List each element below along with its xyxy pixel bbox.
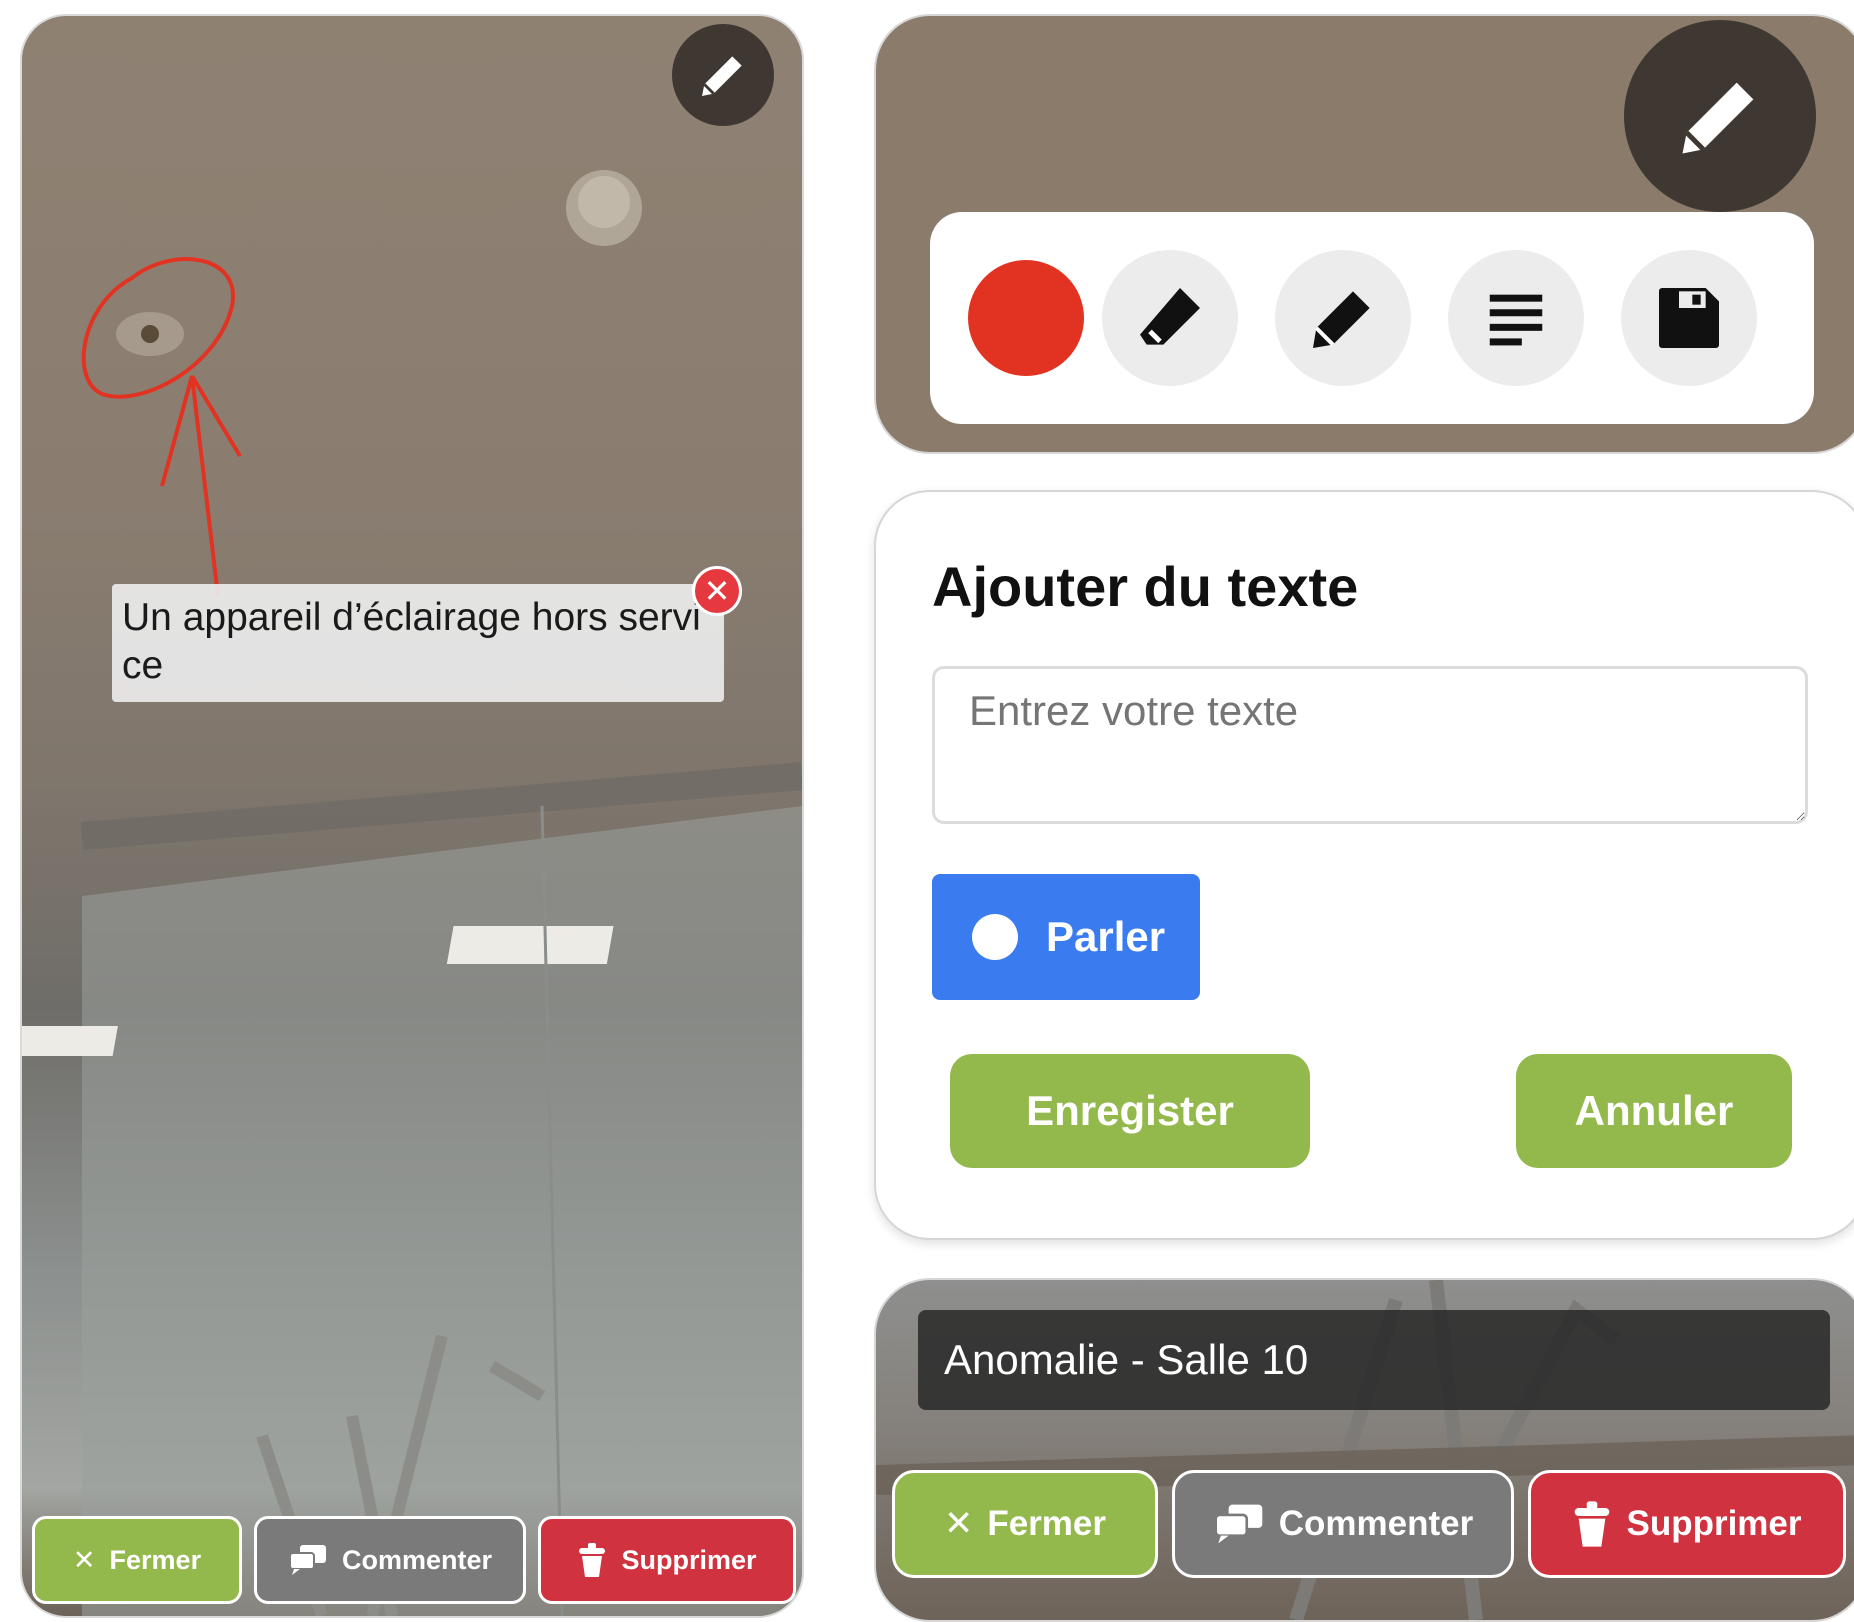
dialog-title: Ajouter du texte xyxy=(932,555,1359,618)
anomaly-title: Anomalie - Salle 10 xyxy=(918,1310,1830,1410)
delete-button[interactable]: Supprimer xyxy=(538,1516,796,1604)
save-tool[interactable] xyxy=(1621,250,1757,386)
close-icon: ✕ xyxy=(944,1504,974,1543)
text-lines-icon xyxy=(1489,294,1543,346)
drawing-toolbar-panel xyxy=(874,14,1854,454)
record-dot-icon xyxy=(972,914,1018,960)
annotation-close-button[interactable]: ✕ xyxy=(692,566,742,616)
comments-icon xyxy=(1214,1504,1263,1544)
close-icon: ✕ xyxy=(72,1544,96,1575)
text-tool[interactable] xyxy=(1448,250,1584,386)
glass-wall xyxy=(82,806,802,1616)
action-bar-large: ✕ Fermer Commenter Supprimer xyxy=(892,1470,1846,1578)
pencil-icon xyxy=(702,56,742,96)
delete-button-label: Supprimer xyxy=(1626,1504,1802,1543)
close-button[interactable]: ✕ Fermer xyxy=(892,1470,1158,1578)
save-button[interactable]: Enregister xyxy=(950,1054,1310,1168)
delete-button[interactable]: Supprimer xyxy=(1528,1470,1846,1578)
annotation-screen: Un appareil d’éclairage hors servi ce ✕ … xyxy=(20,14,804,1618)
eraser-tool[interactable] xyxy=(1102,250,1238,386)
edit-button[interactable] xyxy=(672,24,774,126)
delete-button-label: Supprimer xyxy=(621,1544,757,1575)
eraser-icon xyxy=(1140,288,1200,345)
ceiling-light-core xyxy=(141,325,159,343)
panel-light-2 xyxy=(22,1026,118,1056)
save-icon xyxy=(1659,288,1719,348)
text-annotation[interactable]: Un appareil d’éclairage hors servi ce xyxy=(112,584,724,702)
cancel-button[interactable]: Annuler xyxy=(1516,1054,1792,1168)
panel-light-1 xyxy=(446,926,614,964)
comment-button[interactable]: Commenter xyxy=(1172,1470,1514,1578)
action-bar: ✕ Fermer Commenter Supprimer xyxy=(32,1516,796,1604)
smoke-detector-inner xyxy=(578,176,630,228)
speak-button[interactable]: Parler xyxy=(932,874,1200,1000)
edit-button-large[interactable] xyxy=(1624,20,1816,212)
comment-button-label: Commenter xyxy=(341,1544,493,1575)
trash-icon xyxy=(1575,1501,1610,1547)
drawn-arrow xyxy=(160,374,242,597)
text-input[interactable] xyxy=(932,666,1808,824)
pencil-icon xyxy=(1682,82,1754,154)
comment-button[interactable]: Commenter xyxy=(254,1516,526,1604)
speak-button-label: Parler xyxy=(1046,913,1166,960)
color-picker[interactable] xyxy=(968,260,1084,376)
pencil-tool[interactable] xyxy=(1275,250,1411,386)
comments-icon xyxy=(288,1545,326,1575)
close-button[interactable]: ✕ Fermer xyxy=(32,1516,242,1604)
photo-canvas[interactable] xyxy=(22,16,802,1616)
anomaly-detail-panel: Anomalie - Salle 10 ✕ Fermer Commenter S… xyxy=(874,1278,1854,1622)
pencil-icon xyxy=(1313,291,1370,348)
close-button-label: Fermer xyxy=(987,1504,1106,1543)
add-text-dialog: Ajouter du texte Parler Enregister Annul… xyxy=(874,490,1854,1240)
comment-button-label: Commenter xyxy=(1278,1504,1474,1543)
close-button-label: Fermer xyxy=(109,1544,202,1575)
trash-icon xyxy=(579,1543,606,1577)
tool-row xyxy=(930,212,1814,424)
close-icon: ✕ xyxy=(703,573,731,609)
